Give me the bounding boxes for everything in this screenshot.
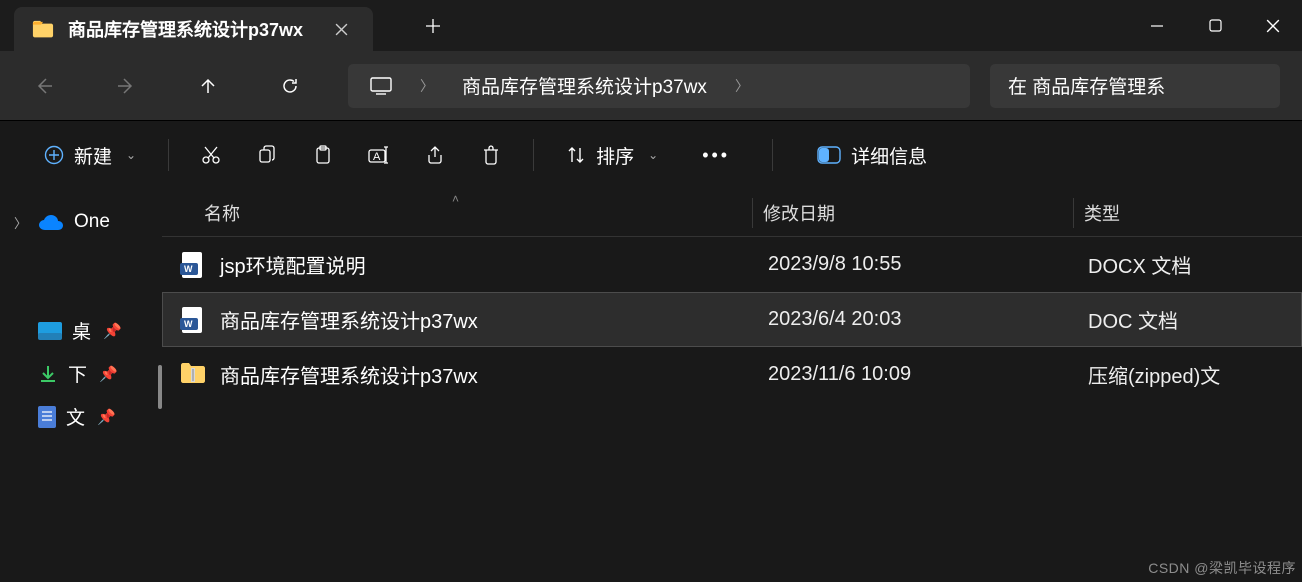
onedrive-icon [38,213,64,231]
breadcrumb-current[interactable]: 商品库存管理系统设计p37wx [446,64,723,108]
new-label: 新建 [74,142,112,169]
sidebar-item-onedrive[interactable]: 〉 One [0,203,162,241]
window-tab[interactable]: 商品库存管理系统设计p37wx [14,7,373,51]
file-row[interactable]: 商品库存管理系统设计p37wx2023/11/6 10:09压缩(zipped)… [162,347,1302,402]
folder-icon [32,20,54,38]
sidebar-item-downloads[interactable]: 下 📌 [0,352,162,395]
file-row[interactable]: Wjsp环境配置说明2023/9/8 10:55DOCX 文档 [162,237,1302,292]
delete-button[interactable] [467,133,515,177]
refresh-button[interactable] [268,64,312,108]
separator [168,139,169,171]
sidebar-label: One [74,211,110,233]
svg-text:W: W [184,319,193,329]
nav-bar: 〉 商品库存管理系统设计p37wx 〉 在 商品库存管理系 [0,51,1302,120]
details-button[interactable]: 详细信息 [803,133,941,177]
chevron-down-icon: ⌄ [126,148,136,162]
sidebar-label: 下 [68,360,87,387]
file-date: 2023/11/6 10:09 [768,363,1088,386]
share-button[interactable] [411,133,459,177]
forward-button[interactable] [104,64,148,108]
sidebar-label: 桌 [72,317,91,344]
column-name[interactable]: 名称 ˄ [162,200,752,226]
paste-button[interactable] [299,133,347,177]
download-icon [38,364,58,384]
column-date[interactable]: 修改日期 [753,200,1073,226]
svg-text:A: A [373,151,381,163]
cut-button[interactable] [187,133,235,177]
file-name: jsp环境配置说明 [220,250,768,279]
command-bar: 新建 ⌄ A 排序 ⌄ ••• 详细信息 [0,120,1302,189]
sort-button[interactable]: 排序 ⌄ [552,133,672,177]
back-button[interactable] [22,64,66,108]
expand-icon: 〉 [14,213,28,232]
file-type: DOC 文档 [1088,305,1302,334]
rename-button[interactable]: A [355,133,403,177]
separator [533,139,534,171]
document-icon [38,406,56,428]
more-button[interactable]: ••• [692,133,740,177]
sidebar-label: 文 [66,403,85,430]
file-date: 2023/6/4 20:03 [768,308,1088,331]
sort-label: 排序 [596,142,634,169]
file-row[interactable]: W 商品库存管理系统设计p37wx2023/6/4 20:03DOC 文档 [162,292,1302,347]
new-tab-button[interactable] [411,4,455,48]
up-button[interactable] [186,64,230,108]
chevron-down-icon: ⌄ [648,148,658,162]
address-bar[interactable]: 〉 商品库存管理系统设计p37wx 〉 [348,64,970,108]
search-input[interactable]: 在 商品库存管理系 [990,64,1280,108]
pin-icon: 📌 [103,322,122,340]
watermark: CSDN @梁凯毕设程序 [1148,558,1296,578]
close-window-button[interactable] [1244,6,1302,46]
maximize-button[interactable] [1186,6,1244,46]
close-tab-button[interactable] [327,15,355,43]
chevron-right-icon[interactable]: 〉 [412,76,442,96]
desktop-icon [38,322,62,340]
nav-sidebar: 〉 One 桌 📌 下 📌 文 📌 [0,189,162,582]
file-icon: W [180,307,206,333]
tab-title: 商品库存管理系统设计p37wx [68,16,303,42]
chevron-right-icon[interactable]: 〉 [727,76,757,96]
svg-text:W: W [184,264,193,274]
title-bar: 商品库存管理系统设计p37wx [0,0,1302,51]
file-name: 商品库存管理系统设计p37wx [220,360,768,389]
pc-icon[interactable] [354,64,408,108]
copy-button[interactable] [243,133,291,177]
file-list: 名称 ˄ 修改日期 类型 Wjsp环境配置说明2023/9/8 10:55DOC… [162,189,1302,582]
file-type: 压缩(zipped)文 [1088,360,1302,389]
file-type: DOCX 文档 [1088,250,1302,279]
separator [772,139,773,171]
content-area: 〉 One 桌 📌 下 📌 文 📌 名称 ˄ [0,189,1302,582]
file-date: 2023/9/8 10:55 [768,253,1088,276]
window-controls [1128,6,1302,46]
new-button[interactable]: 新建 ⌄ [30,133,150,177]
sort-indicator-icon: ˄ [452,192,459,206]
column-headers: 名称 ˄ 修改日期 类型 [162,189,1302,237]
pin-icon: 📌 [97,408,116,426]
details-label: 详细信息 [851,142,927,169]
file-icon: W [180,252,206,278]
file-icon [180,362,206,388]
pin-icon: 📌 [99,365,118,383]
sidebar-item-desktop[interactable]: 桌 📌 [0,309,162,352]
column-type[interactable]: 类型 [1074,200,1302,226]
minimize-button[interactable] [1128,6,1186,46]
sidebar-item-documents[interactable]: 文 📌 [0,395,162,438]
file-name: 商品库存管理系统设计p37wx [220,305,768,334]
